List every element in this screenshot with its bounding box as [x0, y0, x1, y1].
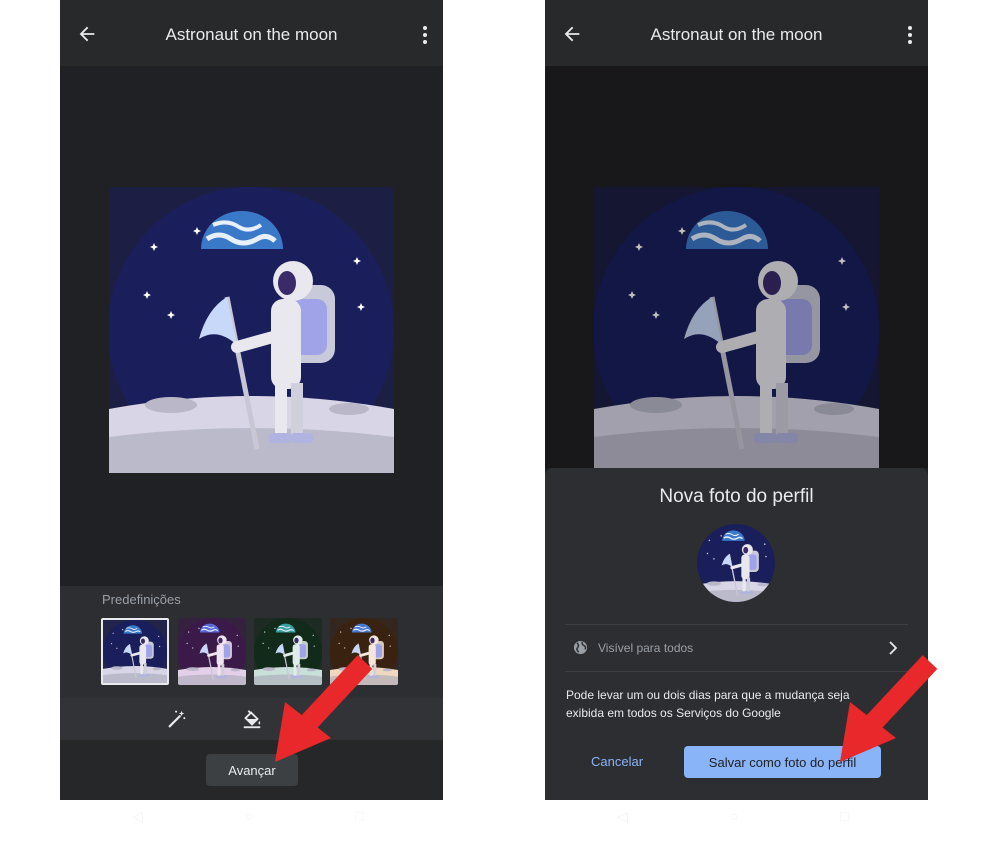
presets-label: Predefinições: [102, 592, 181, 607]
page-title: Astronaut on the moon: [650, 25, 823, 44]
bottom-action-bar: Avançar: [60, 740, 443, 800]
presets-panel: Predefinições: [60, 586, 443, 698]
more-vert-icon[interactable]: [906, 25, 914, 45]
edit-tools-bar: [60, 698, 443, 740]
astronaut-illustration[interactable]: [109, 187, 394, 473]
sheet-title: Nova foto do perfil: [659, 486, 814, 507]
annotation-arrow-right: [840, 655, 938, 762]
avatar-preview: [697, 524, 775, 602]
page-title: Astronaut on the moon: [165, 25, 338, 44]
magic-wand-icon[interactable]: [166, 708, 188, 730]
nav-home-ghost: ○: [730, 808, 739, 824]
paint-bucket-icon[interactable]: [241, 708, 263, 730]
preset-thumbnail-1[interactable]: [101, 618, 169, 685]
image-canvas: [60, 66, 443, 586]
phone-screen-edit: Astronaut on the moon Predefinições Avan…: [60, 0, 443, 800]
scrim-overlay: [545, 66, 928, 468]
globe-icon: [573, 640, 588, 655]
cancel-button[interactable]: Cancelar: [591, 754, 643, 769]
visibility-label: Visível para todos: [598, 641, 694, 655]
nav-recents-ghost: □: [355, 808, 364, 824]
preset-thumbnail-2[interactable]: [178, 618, 246, 685]
annotation-arrow-left: [275, 655, 373, 762]
nav-back-ghost: ◁: [617, 808, 628, 824]
app-bar: Astronaut on the moon: [60, 0, 443, 66]
app-bar: Astronaut on the moon: [545, 0, 928, 66]
more-vert-icon[interactable]: [421, 25, 429, 45]
nav-back-ghost: ◁: [132, 808, 143, 824]
nav-home-ghost: ○: [245, 808, 254, 824]
nav-recents-ghost: □: [840, 808, 849, 824]
